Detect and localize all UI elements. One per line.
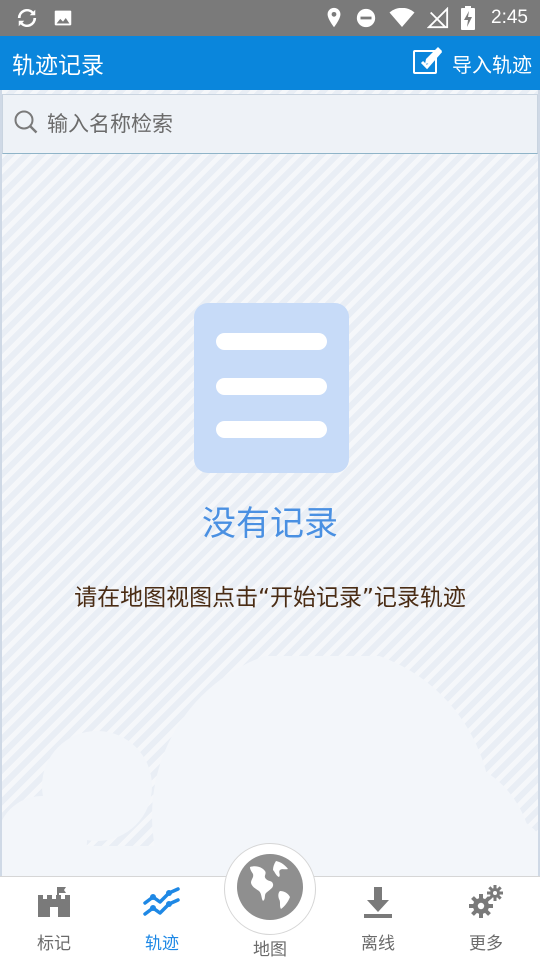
image-icon [52,7,74,29]
download-icon [361,885,395,923]
import-track-label: 导入轨迹 [452,52,532,77]
do-not-disturb-icon [355,7,377,29]
gears-icon [468,885,504,923]
page-title: 轨迹记录 [12,53,104,79]
nav-item-markers[interactable]: 标记 [0,877,108,960]
search-icon [13,109,39,139]
search-box [2,94,538,154]
globe-icon [236,853,304,925]
empty-document-icon [194,303,349,473]
nav-label: 轨迹 [145,934,179,954]
track-list-area: 没有记录 请在地图视图点击“开始记录”记录轨迹 [0,90,540,876]
castle-icon [36,885,72,923]
location-icon [325,7,343,29]
sync-icon [16,7,38,29]
map-globe-button[interactable] [224,843,316,935]
signal-off-icon [427,7,449,29]
empty-state-title: 没有记录 [202,504,338,544]
nav-label: 离线 [361,934,395,954]
status-time: 2:45 [491,7,528,28]
app-bar: 轨迹记录 导入轨迹 [0,36,540,90]
wifi-icon [389,8,415,28]
nav-item-more[interactable]: 更多 [432,877,540,960]
nav-label: 更多 [469,934,503,954]
import-track-button[interactable]: 导入轨迹 [412,45,532,82]
nav-item-tracks[interactable]: 轨迹 [108,877,216,960]
empty-state-hint: 请在地图视图点击“开始记录”记录轨迹 [74,585,466,611]
search-input[interactable] [39,95,537,153]
nav-label: 地图 [253,940,287,960]
nav-label: 标记 [37,934,71,954]
battery-charging-icon [461,6,476,30]
status-bar: 2:45 [0,0,540,36]
edit-import-icon [412,45,444,82]
nav-item-offline[interactable]: 离线 [324,877,432,960]
track-icon [143,885,181,923]
